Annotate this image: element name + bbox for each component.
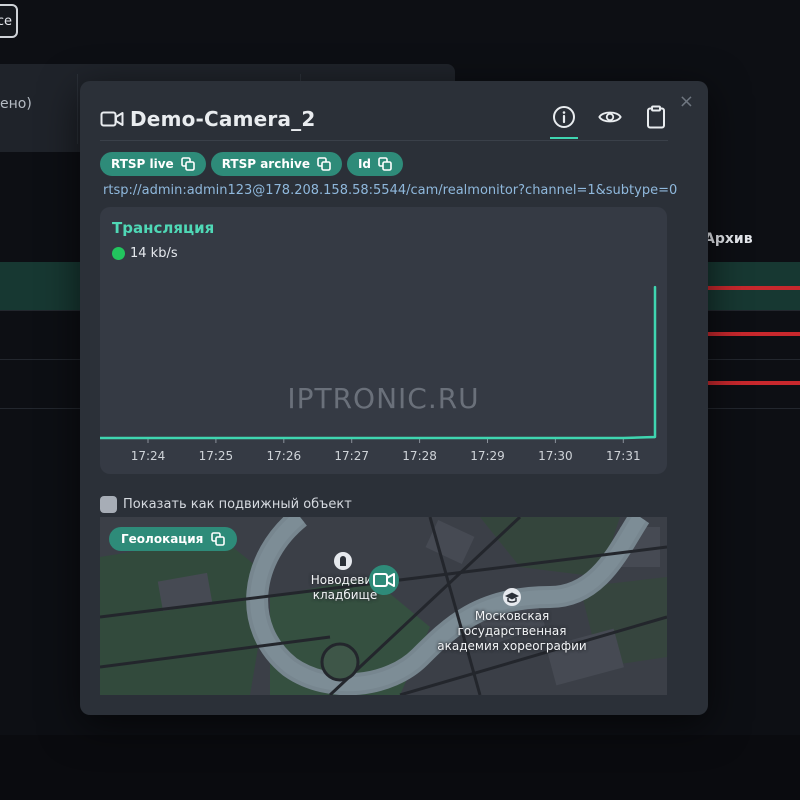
background-archive-header: Архив [704,231,753,247]
x-tick-label: 17:25 [199,449,234,463]
x-tick-label: 17:30 [538,449,573,463]
moving-object-checkbox[interactable] [100,496,117,513]
camera-title: Demo-Camera_2 [130,107,316,131]
rtsp-url[interactable]: rtsp://admin:admin123@178.208.158.58:554… [103,183,677,198]
geolocation-label: Геолокация [121,532,204,546]
bitrate-chart: 17:24 17:25 17:26 17:27 17:28 17:29 17:30 17:31 [100,285,657,463]
tab-view[interactable] [598,105,622,135]
header-divider [100,140,668,141]
copy-icon [317,157,331,171]
background-divider [77,74,78,144]
map-label-academy: Московская государственная академия хоре… [437,609,587,653]
background-button[interactable]: ce [0,4,18,38]
copy-tags: RTSP live RTSP archive Id [100,152,404,176]
background-archive-bar [706,332,800,336]
x-tick-label: 17:31 [606,449,641,463]
academy-marker-icon [503,588,521,606]
camera-location-marker[interactable] [368,564,400,596]
copy-icon [180,157,195,171]
x-tick-label: 17:24 [131,449,166,463]
clipboard-icon [647,105,665,129]
x-tick-label: 17:26 [267,449,302,463]
geolocation-copy-button[interactable]: Геолокация [109,527,238,551]
camera-modal: × Demo-Camera_2 RTSP live RTSP archive I… [80,81,708,715]
id-copy-button[interactable]: Id [346,152,404,176]
moving-object-option[interactable]: Показать как подвижный объект [100,496,352,513]
close-button[interactable]: × [679,93,694,111]
bitrate-series-line [100,285,657,440]
background-archive-bar [706,381,800,385]
x-tick-label: 17:28 [402,449,437,463]
modal-header: Demo-Camera_2 [100,107,316,131]
rtsp-archive-label: RTSP archive [221,157,310,171]
background-footer [0,735,800,800]
background-archive-bar [706,286,800,290]
copy-icon [378,157,392,171]
x-tick-label: 17:27 [334,449,369,463]
rtsp-live-label: RTSP live [111,157,174,171]
header-tabs [550,105,668,139]
eye-icon [598,111,622,123]
tab-clipboard[interactable] [644,105,668,135]
background-panel-text: ено) [0,96,32,112]
rtsp-archive-copy-button[interactable]: RTSP archive [210,152,342,176]
stream-chart-panel: Трансляция 14 kb/s IPTRONIC.RU 17:24 17:2… [100,207,667,474]
x-tick-label: 17:29 [470,449,505,463]
moving-object-label: Показать как подвижный объект [123,497,352,512]
tab-info[interactable] [550,105,578,139]
id-label: Id [357,157,372,171]
video-camera-icon [100,111,124,127]
geolocation-map[interactable]: Геолокация Новодевич кладбище Московская… [100,517,667,695]
cemetery-marker-icon [334,552,352,570]
info-icon [553,106,575,128]
copy-icon [211,532,226,546]
rtsp-live-copy-button[interactable]: RTSP live [100,152,206,176]
